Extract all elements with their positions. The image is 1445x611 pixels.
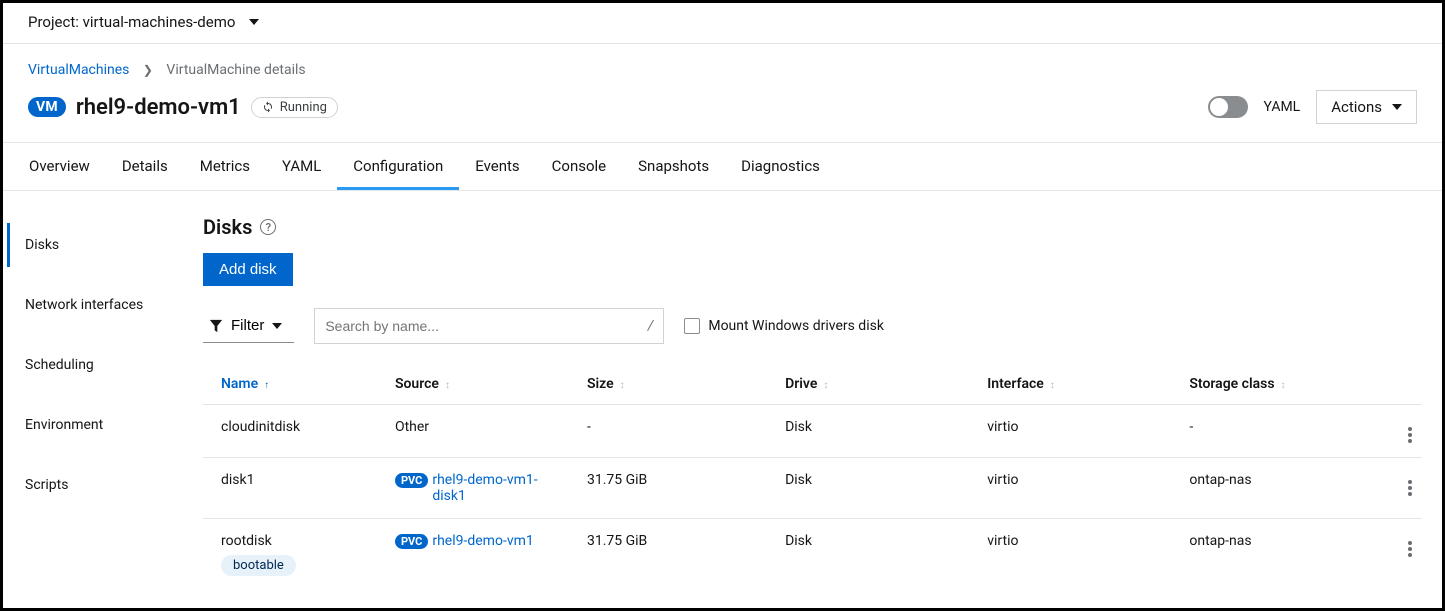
tab-snapshots[interactable]: Snapshots [622,143,725,190]
status-badge: Running [251,97,338,118]
tab-events[interactable]: Events [459,143,535,190]
tab-metrics[interactable]: Metrics [184,143,266,190]
col-header-name[interactable]: Name↑ [203,364,385,405]
add-disk-button[interactable]: Add disk [203,253,293,286]
mount-drivers-label: Mount Windows drivers disk [708,318,884,334]
disk-iface: virtio [977,458,1179,519]
col-header-size[interactable]: Size↕ [577,364,775,405]
row-actions-kebab[interactable] [1382,519,1422,591]
search-input[interactable] [315,310,637,342]
disk-class: ontap-nas [1179,519,1381,591]
search-shortcut: / [638,318,664,334]
breadcrumb-root-link[interactable]: VirtualMachines [28,62,129,78]
kebab-icon [1408,541,1412,557]
col-header-source[interactable]: Source↕ [385,364,577,405]
pvc-badge: PVC [395,473,428,488]
vm-badge: VM [28,97,66,117]
sidebar-item-environment[interactable]: Environment [7,403,183,447]
table-row: rootdisk bootable PVC rhel9-demo-vm1 31.75 G… [203,519,1422,591]
pvc-badge: PVC [395,534,428,549]
table-row: disk1 PVC rhel9-demo-vm1-disk1 31.75 GiBDis… [203,458,1422,519]
pvc-link[interactable]: rhel9-demo-vm1 [432,533,533,549]
filter-button[interactable]: Filter [203,309,294,343]
search-input-wrap: / [314,308,664,344]
sidebar-item-nics[interactable]: Network interfaces [7,283,183,327]
sort-icon: ↕ [1281,380,1286,391]
disk-iface: virtio [977,519,1179,591]
disks-table: Name↑ Source↕ Size↕ Drive↕ Interface↕ St… [203,364,1422,590]
sidebar-item-scripts[interactable]: Scripts [7,463,183,507]
pvc-link[interactable]: rhel9-demo-vm1-disk1 [432,472,562,504]
caret-down-icon [1392,104,1402,110]
col-header-class[interactable]: Storage class↕ [1179,364,1381,405]
disk-drive: Disk [775,519,977,591]
tabs: Overview Details Metrics YAML Configurat… [3,143,1442,191]
tab-details[interactable]: Details [106,143,184,190]
row-actions-kebab[interactable] [1382,405,1422,458]
sort-icon: ↕ [1050,380,1055,391]
disk-size: 31.75 GiB [577,458,775,519]
checkbox-icon [684,318,700,334]
bootable-chip: bootable [221,555,296,576]
disk-source: Other [395,419,429,435]
help-icon[interactable]: ? [260,219,276,235]
disk-class: - [1179,405,1381,458]
breadcrumb-current: VirtualMachine details [166,62,305,78]
filter-label: Filter [231,317,264,334]
sort-asc-icon: ↑ [264,380,269,391]
yaml-toggle[interactable] [1208,96,1248,118]
sidebar-item-disks[interactable]: Disks [7,223,183,267]
row-actions-kebab[interactable] [1382,458,1422,519]
sidebar-item-scheduling[interactable]: Scheduling [7,343,183,387]
yaml-label: YAML [1264,99,1301,115]
sync-icon [262,101,274,113]
disk-drive: Disk [775,405,977,458]
toggle-knob [1210,98,1228,116]
chevron-right-icon: ❯ [143,63,153,77]
sort-icon: ↕ [445,380,450,391]
project-label: Project: virtual-machines-demo [28,13,235,31]
status-text: Running [280,100,327,115]
col-header-drive[interactable]: Drive↕ [775,364,977,405]
mount-drivers-checkbox[interactable]: Mount Windows drivers disk [684,318,884,334]
config-side-nav: Disks Network interfaces Scheduling Envi… [3,191,183,590]
disk-name: cloudinitdisk [221,419,375,435]
tab-configuration[interactable]: Configuration [337,143,459,190]
disk-drive: Disk [775,458,977,519]
tab-console[interactable]: Console [536,143,623,190]
disk-name: rootdisk [221,533,375,549]
kebab-icon [1408,480,1412,496]
disk-name: disk1 [221,472,375,488]
table-row: cloudinitdiskOther-Diskvirtio- [203,405,1422,458]
kebab-icon [1408,427,1412,443]
disk-size: - [577,405,775,458]
col-header-interface[interactable]: Interface↕ [977,364,1179,405]
disk-size: 31.75 GiB [577,519,775,591]
caret-down-icon [272,323,282,329]
actions-label: Actions [1331,98,1382,116]
section-title: Disks [203,215,252,239]
disk-iface: virtio [977,405,1179,458]
tab-yaml[interactable]: YAML [266,143,337,190]
project-selector[interactable]: Project: virtual-machines-demo [28,13,259,31]
caret-down-icon [249,19,259,25]
breadcrumb: VirtualMachines ❯ VirtualMachine details [3,44,1442,78]
actions-menu-button[interactable]: Actions [1316,90,1417,124]
page-title: rhel9-demo-vm1 [76,95,241,120]
sort-icon: ↕ [823,380,828,391]
filter-icon [209,319,223,333]
disk-class: ontap-nas [1179,458,1381,519]
tab-diagnostics[interactable]: Diagnostics [725,143,836,190]
sort-icon: ↕ [620,380,625,391]
tab-overview[interactable]: Overview [13,143,106,190]
